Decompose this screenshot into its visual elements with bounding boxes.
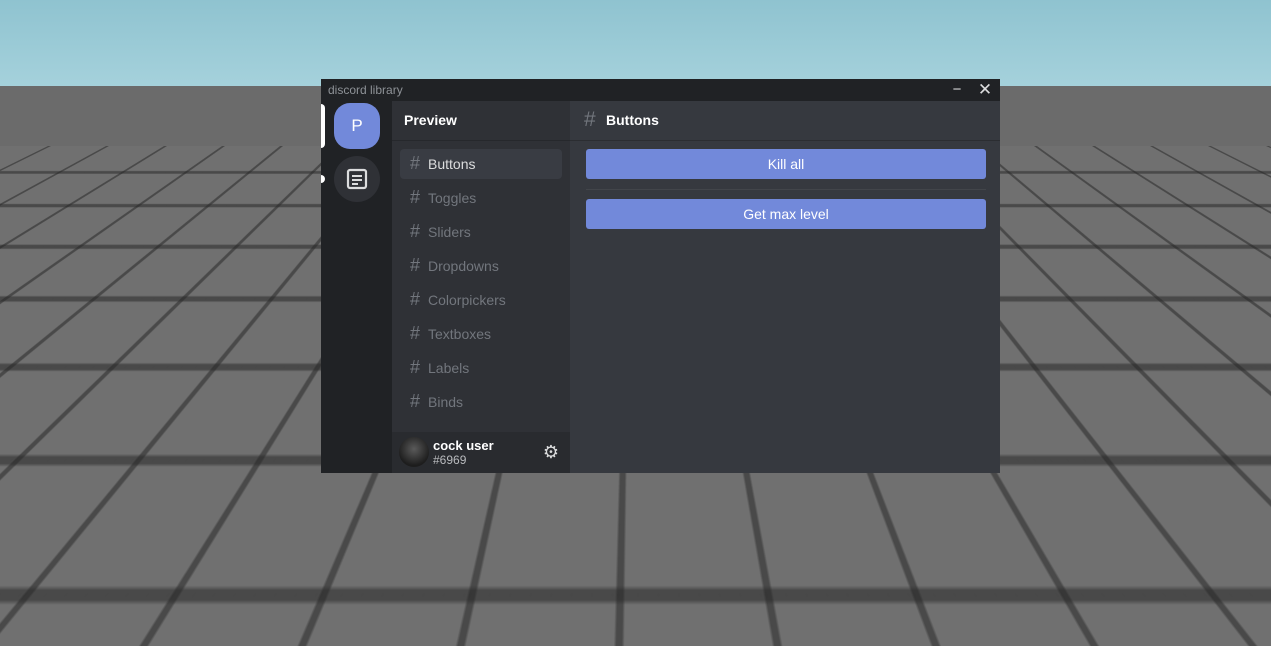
channel-content: # Buttons Kill all Get max level [570,101,1000,473]
channel-toggles[interactable]: # Toggles [400,183,562,213]
minimize-button[interactable]: − [948,80,966,100]
user-panel: cock user #6969 ⚙ [392,432,570,473]
gear-icon[interactable]: ⚙ [542,443,560,461]
content-header: # Buttons [570,101,1000,141]
channel-sidebar: Preview # Buttons # Toggles # Sliders # … [392,101,570,473]
server-active-indicator [321,104,325,148]
channel-label: Colorpickers [428,292,506,308]
hash-icon: # [584,108,596,132]
avatar[interactable] [399,437,429,467]
hash-icon: # [410,221,420,242]
user-name: cock user [433,438,494,453]
channel-buttons[interactable]: # Buttons [400,149,562,179]
close-button[interactable]: ✕ [976,80,994,100]
server-document-button[interactable] [334,156,380,202]
hash-icon: # [410,187,420,208]
character-model [660,474,692,508]
channel-label: Dropdowns [428,258,499,274]
hash-icon: # [410,255,420,276]
channel-label: Buttons [428,156,475,172]
channel-label: Toggles [428,190,476,206]
channel-label: Sliders [428,224,471,240]
kill-all-button[interactable]: Kill all [586,149,986,179]
guild-name: Preview [404,112,457,128]
get-max-level-button[interactable]: Get max level [586,199,986,229]
titlebar[interactable]: discord library − ✕ [321,79,1000,101]
server-rail: P [321,101,392,473]
window-title: discord library [328,83,403,97]
channel-textboxes[interactable]: # Textboxes [400,319,562,349]
channel-dropdowns[interactable]: # Dropdowns [400,251,562,281]
game-viewport: discord library − ✕ P Preview # Buttons … [0,0,1271,646]
channel-label: Textboxes [428,326,491,342]
channel-colorpickers[interactable]: # Colorpickers [400,285,562,315]
channel-label: Labels [428,360,469,376]
content-title: Buttons [606,112,659,128]
hash-icon: # [410,391,420,412]
document-icon [346,168,368,190]
guild-header: Preview [392,101,570,141]
hash-icon: # [410,357,420,378]
channel-sliders[interactable]: # Sliders [400,217,562,247]
hash-icon: # [410,289,420,310]
server-preview-button[interactable]: P [334,103,380,149]
ui-library-window: discord library − ✕ P Preview # Buttons … [321,79,1000,473]
channel-labels[interactable]: # Labels [400,353,562,383]
divider [586,189,986,190]
server-unread-indicator [321,175,325,183]
server-initial: P [351,116,362,136]
channel-binds[interactable]: # Binds [400,387,562,417]
hash-icon: # [410,323,420,344]
channel-label: Binds [428,394,463,410]
hash-icon: # [410,153,420,174]
user-tag: #6969 [433,453,466,467]
sky [0,0,1271,90]
